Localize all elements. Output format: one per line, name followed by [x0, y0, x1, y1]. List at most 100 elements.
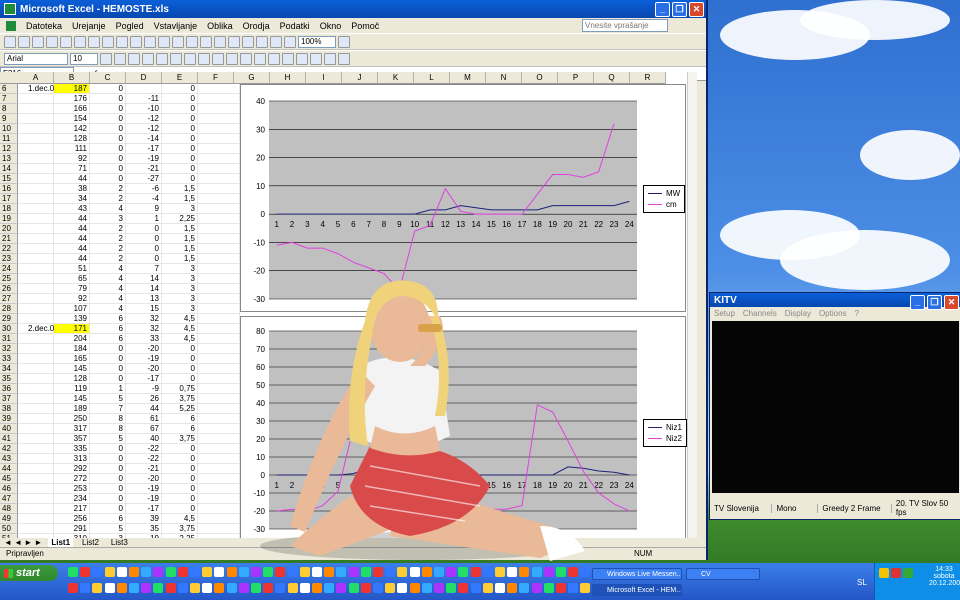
row-header[interactable]: 30: [0, 324, 18, 334]
tab-list2[interactable]: List2: [79, 538, 102, 547]
cell-f[interactable]: [198, 464, 240, 474]
quick-launch-icon[interactable]: [275, 583, 286, 593]
cell-e[interactable]: 3: [162, 274, 198, 284]
row-header[interactable]: 24: [0, 264, 18, 274]
row-header[interactable]: 43: [0, 454, 18, 464]
cell-a[interactable]: [18, 334, 54, 344]
cell-f[interactable]: [198, 364, 240, 374]
tab-nav-arrows[interactable]: ◄ ◄ ► ►: [4, 538, 42, 547]
quick-launch-icon[interactable]: [568, 583, 579, 593]
cell-a[interactable]: [18, 344, 54, 354]
quick-launch-icon[interactable]: [80, 567, 91, 577]
cell-e[interactable]: 0: [162, 374, 198, 384]
row-header[interactable]: 29: [0, 314, 18, 324]
cell-a[interactable]: [18, 284, 54, 294]
print-icon[interactable]: [74, 35, 86, 48]
column-header[interactable]: J: [342, 72, 378, 84]
cell-b[interactable]: 166: [54, 104, 90, 114]
cell-a[interactable]: [18, 234, 54, 244]
cell-c[interactable]: 0: [90, 94, 126, 104]
column-header[interactable]: H: [270, 72, 306, 84]
row-header[interactable]: 20: [0, 224, 18, 234]
column-header[interactable]: K: [378, 72, 414, 84]
menu-item-data[interactable]: Podatki: [280, 21, 310, 31]
cell-b[interactable]: 71: [54, 164, 90, 174]
font-size-select[interactable]: 10: [70, 52, 98, 65]
cell-a[interactable]: [18, 394, 54, 404]
quick-launch-icon[interactable]: [324, 567, 335, 577]
borders-icon[interactable]: [296, 52, 308, 65]
cell-c[interactable]: 0: [90, 134, 126, 144]
cell-c[interactable]: 0: [90, 354, 126, 364]
row-header[interactable]: 45: [0, 474, 18, 484]
quick-launch-icon[interactable]: [129, 567, 139, 577]
cell-e[interactable]: 2,25: [162, 214, 198, 224]
cell-b[interactable]: 44: [54, 214, 90, 224]
increase-indent-icon[interactable]: [282, 52, 294, 65]
cell-d[interactable]: 32: [126, 324, 162, 334]
cell-e[interactable]: 3: [162, 304, 198, 314]
cell-d[interactable]: -27: [126, 174, 162, 184]
cell-a[interactable]: [18, 404, 54, 414]
row-header[interactable]: 12: [0, 144, 18, 154]
column-header[interactable]: O: [522, 72, 558, 84]
italic-icon[interactable]: [114, 52, 126, 65]
quick-launch-icon[interactable]: [519, 583, 530, 593]
cell-d[interactable]: -17: [126, 144, 162, 154]
row-header[interactable]: 26: [0, 284, 18, 294]
row-header[interactable]: 25: [0, 274, 18, 284]
cell-a[interactable]: [18, 474, 54, 484]
cell-b[interactable]: 92: [54, 294, 90, 304]
cell-d[interactable]: 13: [126, 294, 162, 304]
menu-item-format[interactable]: Oblika: [207, 21, 233, 31]
quick-launch-icon[interactable]: [495, 583, 505, 593]
cell-b[interactable]: 234: [54, 494, 90, 504]
quick-launch-icon[interactable]: [543, 567, 554, 577]
cell-b[interactable]: 128: [54, 134, 90, 144]
row-header[interactable]: 42: [0, 444, 18, 454]
quick-launch-icon[interactable]: [251, 567, 261, 577]
cell-e[interactable]: 0: [162, 94, 198, 104]
cell-b[interactable]: 313: [54, 454, 90, 464]
cell-c[interactable]: 0: [90, 494, 126, 504]
quick-launch-icon[interactable]: [312, 567, 322, 577]
cell-c[interactable]: 0: [90, 464, 126, 474]
column-header[interactable]: G: [234, 72, 270, 84]
quick-launch-icon[interactable]: [263, 583, 274, 593]
cell-a[interactable]: [18, 414, 54, 424]
cell-f[interactable]: [198, 274, 240, 284]
cell-c[interactable]: 4: [90, 274, 126, 284]
cell-b[interactable]: 272: [54, 474, 90, 484]
menu-item-view[interactable]: Pogled: [116, 21, 144, 31]
cell-a[interactable]: [18, 254, 54, 264]
cell-d[interactable]: 0: [126, 224, 162, 234]
quick-launch-icon[interactable]: [458, 567, 469, 577]
cell-c[interactable]: 0: [90, 504, 126, 514]
cell-e[interactable]: 0: [162, 504, 198, 514]
cell-b[interactable]: 335: [54, 444, 90, 454]
row-header[interactable]: 16: [0, 184, 18, 194]
cell-b[interactable]: 292: [54, 464, 90, 474]
cell-d[interactable]: 40: [126, 434, 162, 444]
row-header[interactable]: 10: [0, 124, 18, 134]
column-header[interactable]: B: [54, 72, 90, 84]
quick-launch-icon[interactable]: [434, 583, 444, 593]
row-header[interactable]: 28: [0, 304, 18, 314]
cell-b[interactable]: 79: [54, 284, 90, 294]
cell-c[interactable]: 2: [90, 234, 126, 244]
row-header[interactable]: 38: [0, 404, 18, 414]
quick-launch-icon[interactable]: [421, 567, 432, 577]
cell-b[interactable]: 165: [54, 354, 90, 364]
cell-b[interactable]: 43: [54, 204, 90, 214]
row-header[interactable]: 46: [0, 484, 18, 494]
quick-launch-icon[interactable]: [543, 583, 554, 593]
cell-b[interactable]: 65: [54, 274, 90, 284]
cell-c[interactable]: 6: [90, 514, 126, 524]
cell-e[interactable]: 0: [162, 484, 198, 494]
cell-e[interactable]: 0: [162, 144, 198, 154]
close-button[interactable]: ✕: [689, 2, 704, 17]
sort-asc-icon[interactable]: [242, 35, 254, 48]
email-icon[interactable]: [60, 35, 72, 48]
cell-b[interactable]: 250: [54, 414, 90, 424]
cell-d[interactable]: 44: [126, 404, 162, 414]
